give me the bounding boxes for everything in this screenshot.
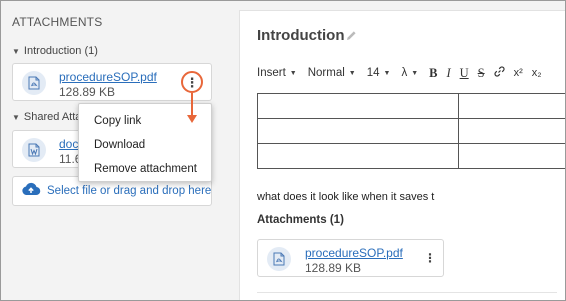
attachment-menu-button[interactable]: ⋮ xyxy=(181,71,203,93)
pdf-file-icon xyxy=(22,71,46,95)
attachment-link[interactable]: procedureSOP.pdf xyxy=(59,70,157,84)
subscript-button[interactable]: x₂ xyxy=(532,67,542,79)
style-dropdown[interactable]: Normal ▼ xyxy=(308,67,356,79)
attachment-link[interactable]: procedureSOP.pdf xyxy=(305,246,403,260)
cloud-upload-icon xyxy=(21,182,41,200)
pencil-icon[interactable] xyxy=(346,30,357,44)
attachment-size: 128.89 KB xyxy=(59,85,116,99)
kebab-icon[interactable]: ⋮ xyxy=(424,251,436,265)
callout-arrow-head xyxy=(187,115,197,123)
insert-label: Insert xyxy=(257,67,286,79)
dropdown-arrow-icon: ▼ xyxy=(383,69,391,77)
kebab-icon: ⋮ xyxy=(185,74,199,90)
dropdown-arrow-icon: ▼ xyxy=(411,69,419,77)
group-introduction[interactable]: ▼ Introduction (1) xyxy=(12,45,98,57)
table-row xyxy=(256,93,566,119)
section-title: Introduction xyxy=(257,27,345,44)
insert-dropdown[interactable]: Insert ▼ xyxy=(257,67,297,79)
table-cell[interactable] xyxy=(458,93,566,119)
table-cell[interactable] xyxy=(256,143,460,169)
table-cell[interactable] xyxy=(256,93,460,119)
caret-down-icon: ▼ xyxy=(12,46,20,56)
table-row xyxy=(256,118,566,144)
editor-toolbar: Insert ▼ Normal ▼ 14 ▼ λ ▼ B I U S x² x₂ xyxy=(257,64,566,82)
font-size-label: 14 xyxy=(366,67,380,79)
group-shared[interactable]: ▼ Shared Atta xyxy=(12,111,81,123)
caret-down-icon: ▼ xyxy=(12,112,20,122)
editor-body-text[interactable]: what does it look like when it saves t xyxy=(257,191,434,203)
dropdown-arrow-icon: ▼ xyxy=(289,69,297,77)
underline-button[interactable]: U xyxy=(460,66,469,81)
dropdown-arrow-icon: ▼ xyxy=(348,69,356,77)
style-label: Normal xyxy=(307,67,345,79)
divider xyxy=(257,292,557,293)
callout-arrow-line xyxy=(191,93,193,116)
editor-panel: Introduction Insert ▼ Normal ▼ 14 ▼ λ ▼ B I … xyxy=(239,10,566,301)
editor-table[interactable] xyxy=(256,93,566,169)
attachments-count-label: Attachments (1) xyxy=(257,214,344,226)
menu-item-download[interactable]: Download xyxy=(79,137,211,161)
math-dropdown[interactable]: λ ▼ xyxy=(401,67,418,79)
attachment-size: 128.89 KB xyxy=(305,261,362,275)
math-label: λ xyxy=(401,67,408,79)
upload-label: Select file or drag and drop here xyxy=(47,185,212,197)
word-file-icon xyxy=(22,138,46,162)
link-icon[interactable] xyxy=(494,65,505,81)
attachments-heading: ATTACHMENTS xyxy=(12,15,103,29)
attachment-link[interactable]: doc xyxy=(59,137,78,151)
inline-attachment-card[interactable]: procedureSOP.pdf 128.89 KB ⋮ xyxy=(257,239,444,277)
group-label: Shared Atta xyxy=(23,111,82,123)
menu-item-remove-attachment[interactable]: Remove attachment xyxy=(79,161,211,185)
table-row xyxy=(256,143,566,169)
table-cell[interactable] xyxy=(256,118,460,144)
bold-button[interactable]: B xyxy=(429,66,437,81)
table-cell[interactable] xyxy=(458,118,566,144)
superscript-button[interactable]: x² xyxy=(514,67,523,79)
group-label: Introduction (1) xyxy=(23,45,98,57)
attachments-panel: ATTACHMENTS ▼ Introduction (1) procedure… xyxy=(0,0,228,301)
font-size-dropdown[interactable]: 14 ▼ xyxy=(367,67,391,79)
pdf-file-icon xyxy=(267,247,291,271)
table-cell[interactable] xyxy=(458,143,566,169)
strikethrough-button[interactable]: S xyxy=(478,66,485,81)
italic-button[interactable]: I xyxy=(446,66,450,81)
